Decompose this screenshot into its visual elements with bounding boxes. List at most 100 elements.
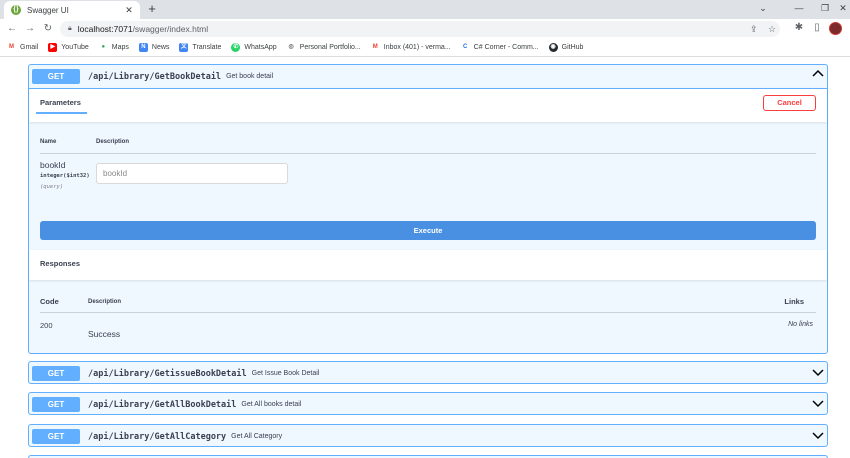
endpoint-description: Get Issue Book Detail [251, 370, 320, 377]
response-code-header: Code [40, 297, 59, 306]
translate-icon: 文 [179, 43, 189, 52]
param-type: integer($int32) [40, 173, 90, 179]
swagger-page: GET /api/Library/GetBookDetail Get book … [0, 58, 850, 458]
chevron-down-icon[interactable] [812, 399, 824, 412]
tab-search-icon[interactable]: ⌄ [756, 1, 770, 15]
github-icon: ◉ [548, 43, 558, 52]
bookmark-maps[interactable]: ● Maps [98, 43, 129, 52]
bookmark-label: Personal Portfolio... [299, 44, 361, 51]
endpoint-summary[interactable]: GET /api/Library/GetAllCategory Get All … [29, 425, 827, 448]
extensions-icon[interactable]: ✱ [793, 22, 805, 33]
maximize-icon[interactable]: ❐ [818, 1, 832, 15]
bookmark-whatsapp[interactable]: ✆ WhatsApp [231, 43, 277, 52]
bookmark-label: YouTube [61, 44, 89, 51]
tab-title: Swagger UI [27, 5, 69, 15]
cancel-button[interactable]: Cancel [763, 95, 816, 111]
bookmark-label: Translate [192, 44, 222, 51]
endpoint-get-all-book-detail[interactable]: GET /api/Library/GetAllBookDetail Get Al… [28, 392, 828, 415]
column-name-header: Name [40, 139, 57, 145]
chevron-up-icon[interactable] [812, 68, 824, 81]
bookmark-news[interactable]: N News [138, 43, 170, 52]
swagger-favicon-icon: {} [11, 5, 21, 15]
back-icon[interactable]: ← [5, 23, 19, 34]
minimize-icon[interactable]: — [792, 1, 806, 15]
browser-toolbar: ← → ↻ 🔒︎ localhost:7071/swagger/index.ht… [0, 19, 850, 39]
endpoint-description: Get book detail [226, 73, 274, 80]
endpoint-get-all-category[interactable]: GET /api/Library/GetAllCategory Get All … [28, 424, 828, 447]
gmail-icon: M [370, 43, 380, 52]
csharp-corner-icon: C [460, 43, 470, 52]
method-badge: GET [32, 366, 80, 381]
bookmark-label: Gmail [20, 44, 39, 51]
endpoint-get-book-detail: GET /api/Library/GetBookDetail Get book … [28, 64, 828, 354]
news-icon: N [138, 43, 148, 52]
gmail-icon: M [7, 43, 16, 52]
bookmark-translate[interactable]: 文 Translate [179, 43, 221, 52]
method-badge: GET [32, 69, 80, 84]
responses-header: Responses [29, 250, 827, 280]
column-description-header: Description [96, 139, 130, 145]
tab-underline [36, 112, 87, 114]
window-close-icon[interactable]: ✕ [836, 1, 850, 15]
bookmark-label: News [151, 44, 170, 51]
endpoint-description: Get All Category [231, 433, 283, 440]
side-panel-icon[interactable]: ▯ [811, 22, 823, 33]
response-description: Success [88, 329, 121, 339]
close-icon[interactable]: ✕ [122, 5, 136, 16]
execute-button[interactable]: Execute [40, 221, 816, 240]
endpoint-description: Get All books detail [241, 401, 302, 408]
endpoint-path: /api/Library/GetBookDetail [88, 71, 222, 82]
bookid-input[interactable]: bookId [96, 163, 288, 184]
endpoint-path: /api/Library/GetissueBookDetail [88, 368, 247, 379]
parameters-header: Parameters Cancel [29, 88, 827, 122]
reload-icon[interactable]: ↻ [41, 23, 55, 34]
response-links: No links [788, 321, 813, 328]
bookmark-gmail[interactable]: M Gmail [7, 43, 38, 52]
divider [40, 153, 816, 154]
response-code: 200 [40, 321, 53, 330]
method-badge: GET [32, 397, 80, 412]
bookmark-csharp-corner[interactable]: C C# Corner - Comm... [460, 43, 539, 52]
avatar[interactable] [829, 22, 842, 35]
endpoint-summary[interactable]: GET /api/Library/GetAllBookDetail Get Al… [29, 393, 827, 416]
endpoint-get-issue-book-detail[interactable]: GET /api/Library/GetissueBookDetail Get … [28, 361, 828, 384]
endpoint-summary[interactable]: GET /api/Library/GetBookDetail Get book … [29, 65, 827, 88]
forward-icon[interactable]: → [23, 23, 37, 34]
bookmark-label: C# Corner - Comm... [473, 44, 539, 51]
response-links-header: Links [784, 297, 804, 306]
tab-strip: {} Swagger UI ✕ + ⌄ — ❐ ✕ [0, 0, 850, 19]
bookmark-youtube[interactable]: ▶ YouTube [48, 43, 89, 52]
method-badge: GET [32, 429, 80, 444]
bookmark-label: Maps [111, 44, 129, 51]
bookmarks-bar: M Gmail ▶ YouTube ● Maps N News 文 Translate ✆… [0, 39, 850, 57]
response-description-header: Description [88, 299, 122, 305]
url-host: localhost:7071 [77, 24, 133, 34]
globe-icon: ◎ [286, 43, 296, 52]
tab-parameters[interactable]: Parameters [40, 98, 81, 107]
maps-icon: ● [98, 43, 108, 52]
endpoint-path: /api/Library/GetAllBookDetail [88, 399, 237, 410]
chevron-down-icon[interactable] [812, 431, 824, 444]
bookmark-label: Inbox (401) - verma... [383, 44, 451, 51]
endpoint-path: /api/Library/GetAllCategory [88, 431, 227, 442]
share-icon[interactable]: ⇪ [750, 24, 758, 35]
whatsapp-icon: ✆ [231, 43, 241, 52]
url-path: /swagger/index.html [132, 24, 209, 34]
lock-icon[interactable]: 🔒︎ [68, 25, 72, 33]
bookmark-portfolio[interactable]: ◎ Personal Portfolio... [286, 43, 361, 52]
param-name: bookId [40, 160, 66, 170]
bookmark-inbox[interactable]: M Inbox (401) - verma... [370, 43, 451, 52]
address-bar[interactable]: 🔒︎ localhost:7071/swagger/index.html ⇪ ☆ [60, 21, 780, 37]
param-location: (query) [40, 184, 64, 190]
new-tab-icon[interactable]: + [145, 1, 159, 17]
responses-title: Responses [40, 259, 81, 268]
chevron-down-icon[interactable] [812, 368, 824, 381]
bookmark-star-icon[interactable]: ☆ [768, 24, 776, 35]
bookmark-github[interactable]: ◉ GitHub [548, 43, 584, 52]
browser-tab[interactable]: {} Swagger UI ✕ [4, 1, 140, 19]
bookmark-label: GitHub [561, 44, 584, 51]
divider [40, 312, 816, 313]
bookmark-label: WhatsApp [244, 44, 277, 51]
youtube-icon: ▶ [48, 43, 58, 52]
endpoint-summary[interactable]: GET /api/Library/GetissueBookDetail Get … [29, 362, 827, 385]
